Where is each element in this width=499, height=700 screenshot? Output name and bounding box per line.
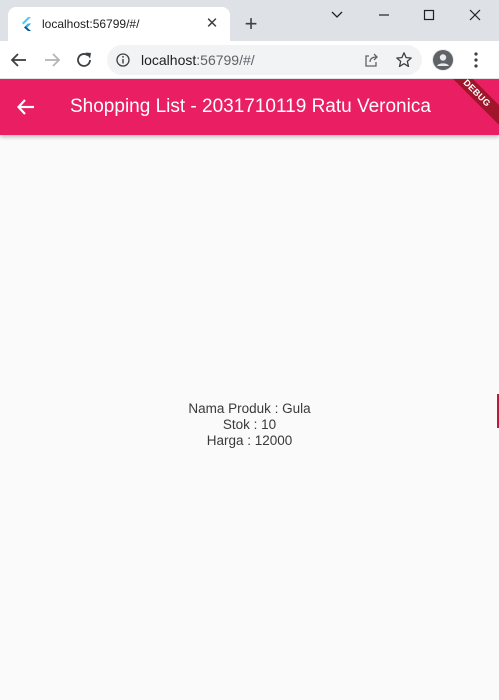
tab-title: localhost:56799/#/ <box>42 17 140 31</box>
arrow-right-icon[interactable] <box>41 49 63 71</box>
product-detail: Nama Produk : Gula Stok : 10 Harga : 120… <box>0 401 499 449</box>
product-price-text: Harga : 12000 <box>206 433 293 448</box>
window-close-icon[interactable] <box>460 4 490 26</box>
profile-button[interactable] <box>432 49 454 71</box>
browser-tab[interactable]: localhost:56799/#/ ✕ <box>8 7 230 41</box>
minimize-icon[interactable] <box>369 4 399 26</box>
arrow-left-icon[interactable] <box>8 49 30 71</box>
maximize-icon[interactable] <box>414 4 444 26</box>
chevron-down-icon[interactable] <box>322 4 352 26</box>
url-text[interactable]: localhost:56799/#/ <box>141 52 255 68</box>
app-bar: Shopping List - 2031710119 Ratu Veronica <box>0 79 499 135</box>
browser-toolbar: localhost:56799/#/ <box>0 41 499 79</box>
kebab-menu-icon[interactable] <box>466 50 486 70</box>
address-bar[interactable]: localhost:56799/#/ <box>107 45 422 75</box>
product-name-text: Nama Produk : Gula <box>188 401 311 416</box>
flutter-icon <box>22 17 31 31</box>
account-icon <box>433 50 453 70</box>
info-icon[interactable] <box>116 53 130 67</box>
url-host: localhost <box>141 52 197 68</box>
new-tab-button[interactable]: + <box>240 13 262 36</box>
tab-strip: localhost:56799/#/ ✕ + <box>0 0 499 41</box>
arrow-back-icon[interactable] <box>14 95 38 119</box>
product-stock-text: Stok : 10 <box>222 417 277 432</box>
url-path: :56799/#/ <box>196 52 255 68</box>
tab-close-icon[interactable]: ✕ <box>204 16 220 32</box>
app-viewport: Shopping List - 2031710119 Ratu Veronica… <box>0 79 499 700</box>
share-icon[interactable] <box>363 52 379 68</box>
star-icon[interactable] <box>395 51 413 69</box>
page-title: Shopping List - 2031710119 Ratu Veronica <box>70 96 431 117</box>
reload-icon[interactable] <box>73 49 95 71</box>
